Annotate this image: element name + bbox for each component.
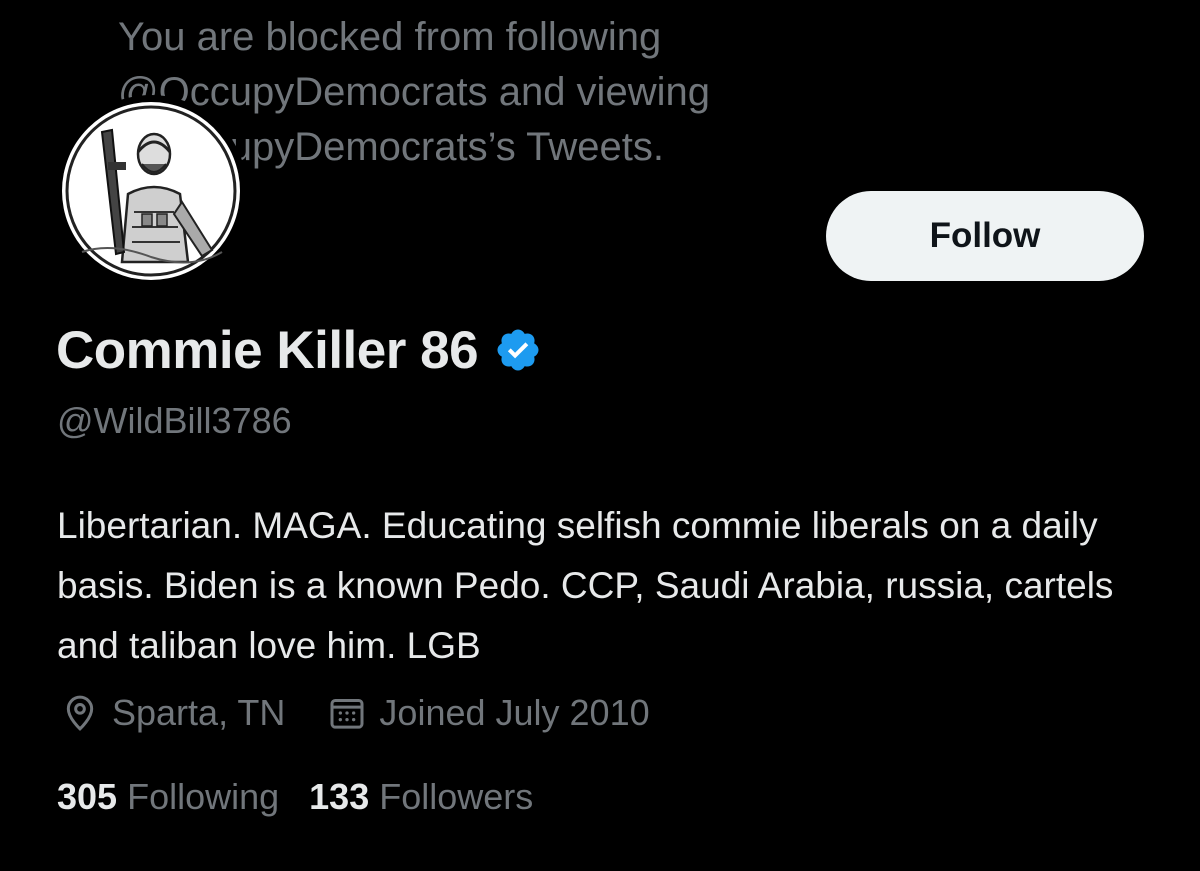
following-count: 305 (57, 776, 118, 817)
profile-name-row: Commie Killer 86 (56, 318, 542, 382)
profile-bio: Libertarian. MAGA. Educating selfish com… (57, 505, 1114, 666)
following-label: Following (127, 776, 280, 817)
blocked-notice-line: You are blocked from following (118, 15, 662, 59)
profile-stats: 305 Following 133 Followers (57, 773, 533, 821)
avatar[interactable] (55, 95, 247, 287)
avatar-image (62, 102, 240, 280)
followers-count: 133 (309, 776, 370, 817)
location-pin-icon (66, 695, 94, 731)
join-date-text: Joined July 2010 (379, 692, 650, 733)
profile-meta: Sparta, TN Joined July 2010 (60, 688, 650, 738)
followers-label: Followers (379, 776, 534, 817)
verified-badge-icon[interactable] (494, 326, 542, 374)
follow-button[interactable]: Follow (826, 191, 1144, 281)
followers-link[interactable]: 133 Followers (309, 776, 533, 818)
calendar-icon (330, 699, 364, 729)
following-link[interactable]: 305 Following (57, 776, 279, 818)
avatar-illustration-icon (65, 105, 237, 277)
location-text: Sparta, TN (112, 692, 286, 733)
profile-handle: @WildBill3786 (57, 400, 292, 441)
join-date: Joined July 2010 (327, 692, 650, 734)
display-name: Commie Killer 86 (56, 320, 479, 380)
location: Sparta, TN (60, 692, 285, 734)
